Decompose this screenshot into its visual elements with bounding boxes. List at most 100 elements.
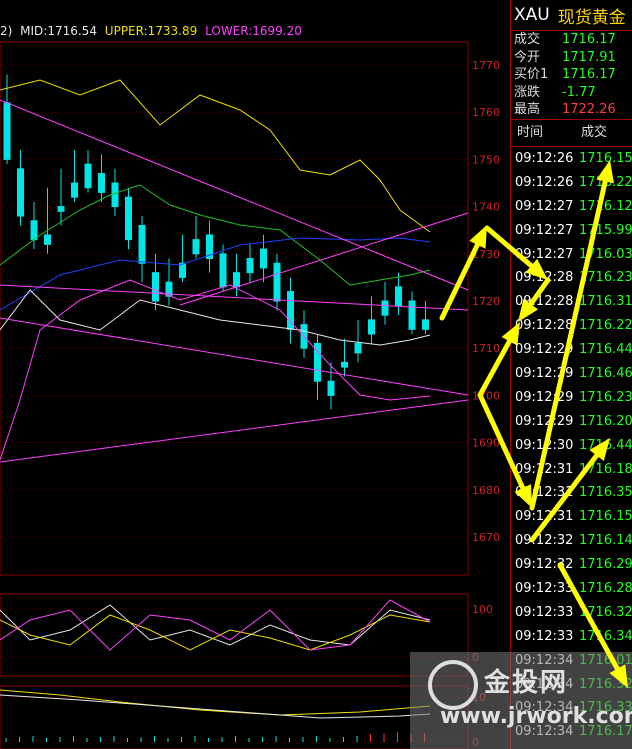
- symbol-bar[interactable]: XAU 现货黄金: [511, 0, 632, 31]
- tick-time: 09:12:31: [515, 485, 574, 501]
- boll-mid-value: MID:1716.54: [20, 24, 97, 38]
- tick-header-time: 时间: [517, 124, 544, 140]
- quote-value: 1717.91: [562, 49, 616, 65]
- quote-row: 涨跌 -1.77: [511, 84, 632, 102]
- kline-chart-canvas[interactable]: 1770 1760 1750 1740 1730 1720 1710 1700 1690 1680…: [0, 0, 510, 749]
- tick-price: 1716.23: [579, 389, 632, 405]
- tick-price: 1716.12: [579, 198, 632, 214]
- candle-body: [98, 173, 105, 193]
- tick-price: 1716.44: [579, 342, 632, 358]
- tick-row: 09:12:32 1716.29: [511, 553, 632, 577]
- price-axis-label: 1720: [472, 295, 500, 308]
- quote-value: 1716.17: [562, 32, 616, 47]
- tick-time: 09:12:32: [515, 557, 574, 573]
- osc2-line-yellow: [0, 689, 431, 716]
- quote-row: 买价1 1716.17: [511, 66, 632, 84]
- trendline: [0, 399, 469, 463]
- candle-body: [260, 248, 267, 269]
- tick-header-trade: 成交: [581, 124, 608, 140]
- quote-label: 成交: [514, 32, 541, 47]
- kline-chart-panel[interactable]: 1770 1760 1750 1740 1730 1720 1710 1700 1690 1680…: [0, 0, 510, 749]
- tick-row: 09:12:29 1716.23: [511, 386, 632, 410]
- tick-time: 09:12:26: [515, 174, 574, 190]
- quote-row: 成交 1716.17: [511, 31, 632, 49]
- tick-price: 1716.22: [579, 174, 632, 190]
- tick-row: 09:12:30 1716.44: [511, 434, 632, 458]
- price-axis-label: 1700: [472, 389, 500, 402]
- tick-time: 09:12:27: [515, 246, 574, 262]
- candle-body: [341, 361, 348, 368]
- candle-body: [57, 206, 65, 212]
- trendline: [0, 317, 469, 396]
- tick-time: 09:12:26: [515, 150, 574, 166]
- tick-row: 09:12:28 1716.23: [511, 266, 632, 290]
- tick-row: 09:12:26 1716.22: [511, 171, 632, 195]
- boll-upper-value: UPPER:1733.89: [104, 24, 198, 38]
- price-axis-label: 1750: [472, 153, 500, 166]
- tick-time: 09:12:28: [515, 270, 574, 286]
- tick-row: 09:12:31 1716.18: [511, 458, 632, 482]
- price-axis-label: 1740: [472, 201, 500, 214]
- candle-body: [233, 272, 240, 288]
- tick-row: 09:12:28 1716.22: [511, 314, 632, 338]
- quote-value: -1.77: [562, 84, 596, 100]
- osc1-line-magenta: [0, 599, 431, 651]
- tick-time: 09:12:29: [515, 365, 574, 381]
- osc1-axis-label: 100: [472, 603, 493, 616]
- tick-time: 09:12:33: [515, 581, 574, 596]
- quote-row: 最高 1722.26: [511, 101, 632, 119]
- tick-price: 1716.29: [579, 557, 632, 573]
- price-axis-label: 1760: [472, 106, 500, 119]
- tick-row: 09:12:32 1716.14: [511, 529, 632, 553]
- quote-side-panel: XAU 现货黄金 成交 1716.17 今开 1717.91 买价1 1716.17 …: [510, 0, 632, 749]
- trendline: [0, 99, 469, 291]
- candle-body: [30, 220, 38, 241]
- tick-time: 09:12:31: [515, 509, 574, 525]
- bollinger-header: 2) MID:1716.54 UPPER:1733.89 LOWER:1699.…: [0, 22, 306, 40]
- tick-price: 1716.14: [579, 533, 632, 549]
- tick-row: 09:12:29 1716.44: [511, 338, 632, 362]
- boll-period-suffix: 2): [0, 24, 13, 38]
- tick-row: 09:12:33 1716.34: [511, 625, 632, 649]
- symbol-code: XAU: [514, 5, 550, 25]
- candle-body: [273, 262, 281, 302]
- tick-price: 1716.31: [579, 294, 632, 310]
- candle-body: [327, 380, 335, 396]
- tick-time: 09:12:30: [515, 437, 574, 453]
- quote-row: 今开 1717.91: [511, 49, 632, 67]
- candle-body: [44, 234, 51, 245]
- watermark: 金投网 www.jrwork.com: [410, 652, 632, 749]
- ma-white-line: [0, 289, 431, 346]
- candle-body: [354, 342, 362, 354]
- candle-body: [84, 163, 92, 189]
- tick-row: 09:12:28 1716.31: [511, 290, 632, 314]
- tick-row: 09:12:26 1716.15: [511, 147, 632, 171]
- tick-price: 1716.22: [579, 318, 632, 334]
- candle-body: [381, 300, 389, 316]
- tick-time: 09:12:33: [515, 628, 574, 644]
- candle-body: [408, 300, 416, 330]
- candle-body: [3, 102, 11, 160]
- tick-price: 1716.35: [579, 485, 632, 501]
- price-axis-label: 1690: [472, 437, 500, 450]
- quote-table: 成交 1716.17 今开 1717.91 买价1 1716.17 涨跌 -1.77 最…: [511, 31, 632, 119]
- tick-time: 09:12:28: [515, 318, 574, 334]
- candle-body: [138, 224, 146, 264]
- tick-time: 09:12:31: [515, 461, 574, 477]
- candle-body: [152, 272, 159, 302]
- price-axis-label: 1770: [472, 59, 500, 72]
- tick-row: 09:12:31 1716.15: [511, 505, 632, 529]
- tick-price: 1716.15: [579, 509, 632, 525]
- quote-value: 1722.26: [562, 102, 616, 118]
- tick-list-header: 时间 成交: [511, 118, 632, 147]
- candle-body: [125, 196, 132, 241]
- tick-row: 09:12:29 1716.20: [511, 410, 632, 434]
- tick-time: 09:12:29: [515, 389, 574, 405]
- candle-body: [422, 319, 429, 330]
- tick-price: 1716.28: [579, 581, 632, 596]
- boll-lower-value: LOWER:1699.20: [205, 24, 302, 38]
- candle-body: [395, 286, 402, 307]
- quote-label: 涨跌: [514, 84, 541, 100]
- tick-time: 09:12:27: [515, 222, 574, 238]
- tick-price: 1715.99: [579, 222, 632, 238]
